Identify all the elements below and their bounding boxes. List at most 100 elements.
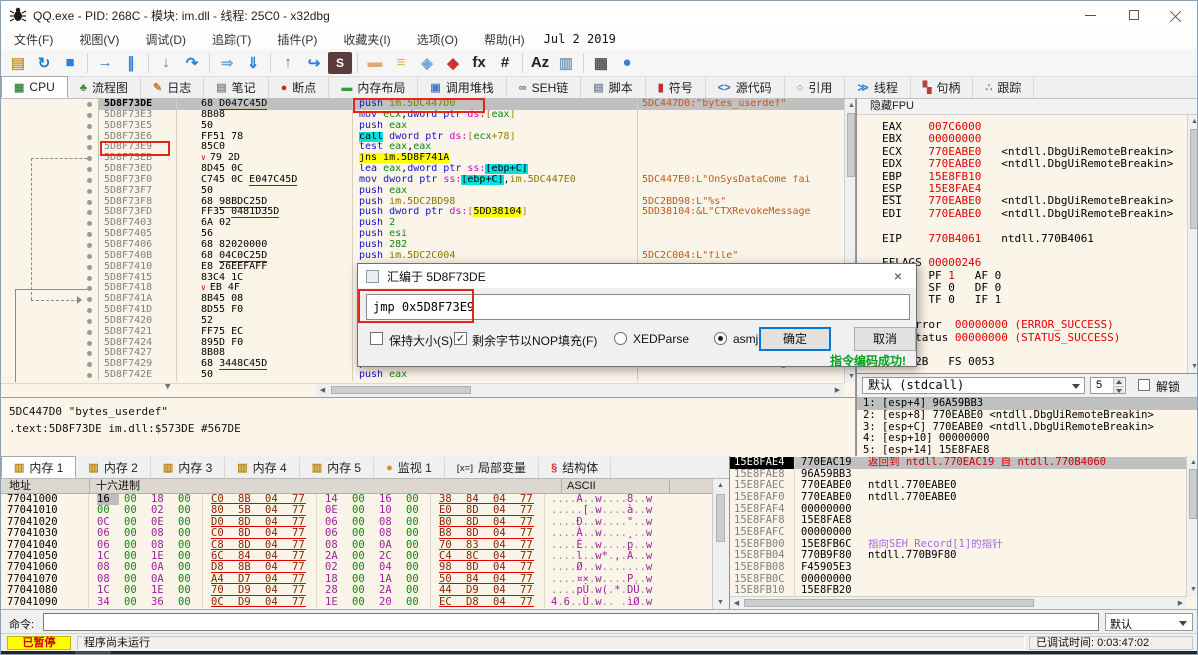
toolbar-restart-icon[interactable]: ↻	[32, 52, 56, 74]
tab-memory-map[interactable]: ▬ 内存布局	[329, 77, 419, 98]
stack-vertical-scrollbar[interactable]: ▲ ▼	[1186, 456, 1197, 596]
stack-row[interactable]: 15E8FAEC 770EABE0 ntdll.770EABE0	[730, 480, 1186, 492]
breakpoint-dot-icon[interactable]	[87, 373, 92, 379]
tab-trace[interactable]: ∴ 跟踪	[973, 77, 1035, 98]
toolbar-step-into-icon[interactable]: ↓	[154, 52, 178, 74]
tab-watch[interactable]: ● 监视 1	[374, 457, 445, 478]
toolbar-calculator-icon[interactable]: ▦	[589, 52, 613, 74]
menu-item[interactable]: 插件(P)	[264, 29, 330, 50]
menu-item[interactable]: 文件(F)	[1, 29, 66, 50]
toolbar-pause-icon[interactable]: ∥	[119, 52, 143, 74]
scroll-left-icon[interactable]: ◀	[730, 597, 743, 609]
command-input[interactable]	[43, 613, 1099, 631]
tab-script[interactable]: ▤ 脚本	[581, 77, 646, 98]
toolbar-execute-till-return-icon[interactable]: ↑	[276, 52, 300, 74]
toolbar-modules-icon[interactable]: ▥	[554, 52, 578, 74]
asmjit-radio[interactable]	[714, 332, 727, 345]
toolbar-open-file-icon[interactable]: ▤	[6, 52, 30, 74]
dialog-close-button[interactable]: ×	[882, 264, 914, 288]
stack-row[interactable]: 15E8FB0C 00000000	[730, 573, 1186, 586]
tab-locals[interactable]: [x=] 局部变量	[444, 457, 540, 478]
maximize-button[interactable]	[1113, 1, 1155, 29]
memory-vertical-scrollbar[interactable]: ▲ ▼	[712, 479, 729, 609]
breakpoint-dot-icon[interactable]	[87, 351, 92, 357]
tab-dump[interactable]: ▥ 内存 2	[76, 457, 151, 478]
breakpoint-dot-icon[interactable]	[87, 253, 92, 259]
registers-vertical-scrollbar[interactable]: ▲ ▼	[1187, 115, 1197, 373]
scrollbar-thumb[interactable]	[847, 113, 855, 177]
breakpoint-dot-icon[interactable]	[87, 232, 92, 238]
disasm-row[interactable]: 5D8F73F7 50 push eax	[1, 185, 844, 197]
keep-size-checkbox[interactable]	[370, 332, 383, 345]
breakpoint-dot-icon[interactable]	[87, 112, 92, 118]
breakpoint-dot-icon[interactable]	[87, 199, 92, 205]
tab-struct[interactable]: § 结构体	[539, 457, 612, 478]
disasm-row[interactable]: 5D8F73E5 50 push eax	[1, 120, 844, 132]
toolbar-stop-debug-icon[interactable]: ■	[58, 52, 82, 74]
tab-handles[interactable]: ▚ 句柄	[910, 77, 974, 98]
breakpoint-dot-icon[interactable]	[87, 123, 92, 129]
tab-source[interactable]: <> 源代码	[705, 77, 785, 98]
tab-references[interactable]: ○ 引用	[784, 77, 846, 98]
toolbar-bookmarks-icon[interactable]: ◆	[441, 52, 465, 74]
disassembly-horizontal-scrollbar[interactable]: ◀ ▶	[316, 384, 844, 397]
tab-symbols[interactable]: ▮ 符号	[645, 77, 706, 98]
menu-item[interactable]: 收藏夹(I)	[330, 29, 403, 50]
toolbar-globe-icon[interactable]: ●	[615, 52, 639, 74]
breakpoint-dot-icon[interactable]	[87, 134, 92, 140]
stack-pane[interactable]: 15E8FAE4 770EAC19 返回到 ntdll.770EAC19 自 ntd…	[729, 456, 1197, 609]
dialog-title-bar[interactable]: 汇编于 5D8F73DE ×	[358, 264, 916, 288]
scrollbar-thumb[interactable]	[331, 386, 471, 394]
xedparse-radio[interactable]	[614, 332, 627, 345]
scroll-down-icon[interactable]: ▼	[1187, 583, 1197, 596]
stepper-up-icon[interactable]	[1113, 378, 1124, 385]
tab-dump[interactable]: ▥ 内存 3	[150, 457, 226, 478]
menu-item[interactable]: 调试(D)	[132, 29, 199, 50]
breakpoint-dot-icon[interactable]	[87, 242, 92, 248]
breakpoint-dot-icon[interactable]	[87, 275, 92, 281]
scrollbar-thumb[interactable]	[1190, 129, 1197, 229]
toolbar-run-to-selection-icon[interactable]: ⇒	[215, 52, 239, 74]
tab-log[interactable]: ✎ 日志	[140, 77, 205, 98]
stack-row[interactable]: 15E8FAF4 00000000	[730, 503, 1186, 516]
breakpoint-dot-icon[interactable]	[87, 318, 92, 324]
toolbar-labels-icon[interactable]: ◈	[415, 52, 439, 74]
menu-item[interactable]: 选项(O)	[404, 29, 471, 50]
minimize-button[interactable]	[1069, 1, 1111, 29]
scroll-right-icon[interactable]: ▶	[1174, 597, 1187, 609]
stack-row[interactable]: 15E8FAF8 15E8FAE8	[730, 515, 1186, 527]
stack-row[interactable]: 15E8FAFC 00000000	[730, 526, 1186, 539]
breakpoint-dot-icon[interactable]	[87, 329, 92, 335]
ok-button[interactable]: 确定	[759, 327, 831, 351]
calling-convention-dropdown[interactable]: 默认 (stdcall)	[862, 377, 1085, 394]
scroll-down-icon[interactable]: ▼	[845, 370, 855, 383]
toolbar-step-out-icon[interactable]: ⇓	[241, 52, 265, 74]
breakpoint-dot-icon[interactable]	[87, 188, 92, 194]
stack-horizontal-scrollbar[interactable]: ◀ ▶	[730, 596, 1187, 609]
breakpoint-dot-icon[interactable]	[87, 221, 92, 227]
toolbar-run-icon[interactable]: →	[93, 52, 117, 74]
breakpoint-dot-icon[interactable]	[87, 308, 92, 314]
tab-breakpoint[interactable]: ● 断点	[268, 77, 330, 98]
scroll-right-icon[interactable]: ▶	[831, 384, 844, 397]
breakpoint-dot-icon[interactable]	[87, 156, 92, 162]
menu-item[interactable]: 视图(V)	[66, 29, 132, 50]
toolbar-patches-icon[interactable]: ▬	[363, 52, 387, 74]
scrollbar-thumb[interactable]	[1189, 469, 1197, 519]
menu-item[interactable]: 追踪(T)	[199, 29, 264, 50]
breakpoint-dot-icon[interactable]	[87, 264, 92, 270]
tab-graph[interactable]: ♣ 流程图	[67, 77, 141, 98]
memory-dump-pane[interactable]: 地址 十六进制 ASCII 77041000 16 00 18 00 C0 8B 04 77 14…	[1, 479, 729, 609]
toolbar-run-to-user-code-icon[interactable]: ↪	[302, 52, 326, 74]
scroll-left-icon[interactable]: ◀	[316, 384, 329, 397]
breakpoint-dot-icon[interactable]	[87, 145, 92, 151]
close-button[interactable]	[1155, 1, 1197, 29]
toolbar-strings-icon[interactable]: Az	[528, 52, 552, 74]
scrollbar-thumb[interactable]	[744, 599, 1034, 607]
breakpoint-dot-icon[interactable]	[87, 340, 92, 346]
cancel-button[interactable]: 取消	[854, 327, 916, 351]
breakpoint-dot-icon[interactable]	[87, 167, 92, 173]
scroll-down-icon[interactable]: ▼	[1188, 360, 1197, 373]
tab-dump[interactable]: ▥ 内存 1	[1, 456, 77, 478]
scroll-up-icon[interactable]: ▲	[845, 99, 855, 112]
